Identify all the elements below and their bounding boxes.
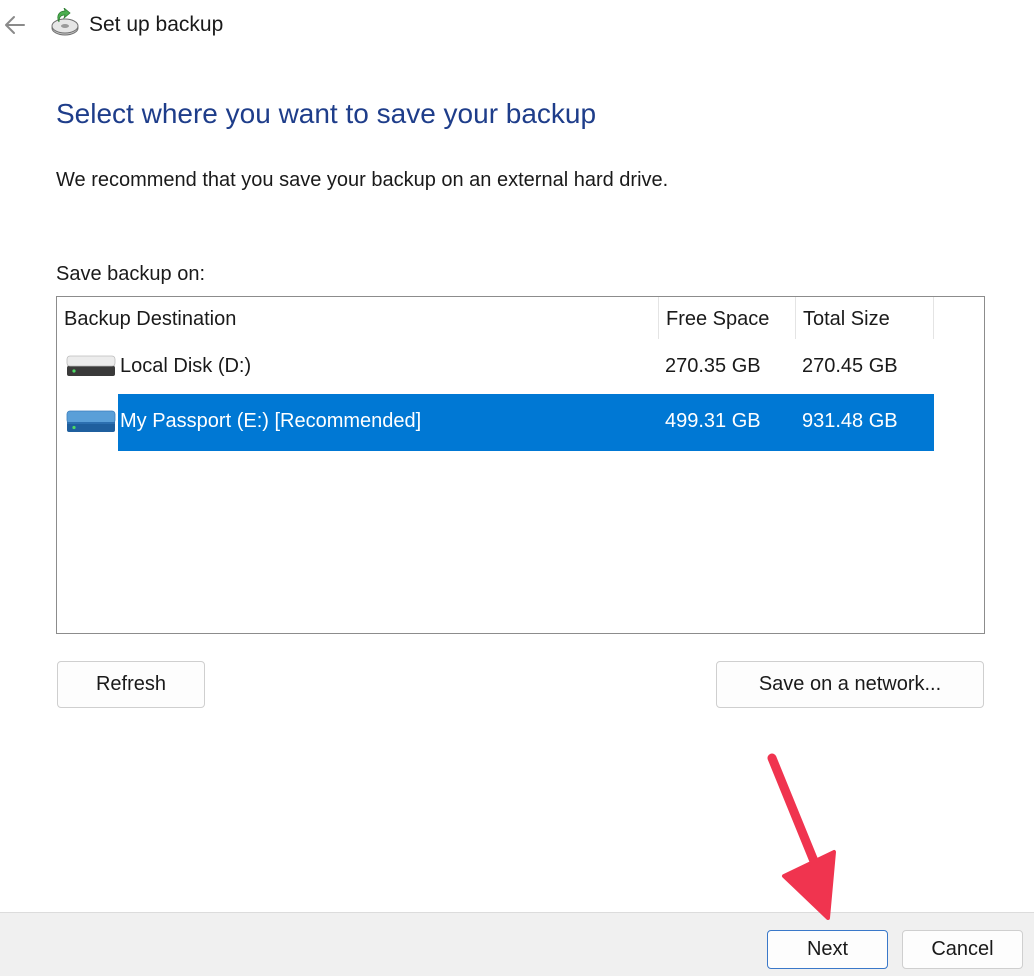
backup-destination-list[interactable]: Backup Destination Free Space Total Size…	[56, 296, 985, 634]
back-arrow-icon[interactable]	[2, 12, 28, 38]
external-drive-icon	[66, 410, 116, 432]
free-space-value: 499.31 GB	[665, 410, 761, 432]
next-button[interactable]: Next	[767, 930, 888, 969]
free-space-value: 270.35 GB	[665, 355, 761, 377]
total-size-value: 931.48 GB	[802, 410, 898, 432]
backup-icon	[51, 8, 79, 36]
column-header-free-space[interactable]: Free Space	[659, 297, 796, 339]
cancel-button[interactable]: Cancel	[902, 930, 1023, 969]
save-backup-on-label: Save backup on:	[56, 263, 205, 285]
destination-name: My Passport (E:) [Recommended]	[120, 410, 422, 432]
drive-icon	[66, 355, 116, 376]
window-title: Set up backup	[89, 13, 224, 36]
column-header-destination[interactable]: Backup Destination	[57, 297, 659, 339]
save-on-network-button[interactable]: Save on a network...	[716, 661, 984, 708]
total-size-value: 270.45 GB	[802, 355, 898, 377]
dialog-footer: Next Cancel	[0, 912, 1034, 976]
destination-row-local-disk[interactable]: Local Disk (D:) 270.35 GB 270.45 GB	[57, 339, 934, 396]
page-heading: Select where you want to save your backu…	[56, 98, 597, 129]
refresh-button[interactable]: Refresh	[57, 661, 205, 708]
destination-name: Local Disk (D:)	[120, 355, 252, 377]
column-header-total-size[interactable]: Total Size	[796, 297, 934, 339]
red-arrow-icon	[767, 753, 836, 920]
recommendation-text: We recommend that you save your backup o…	[56, 169, 669, 191]
destination-row-my-passport[interactable]: My Passport (E:) [Recommended] 499.31 GB…	[57, 394, 934, 451]
